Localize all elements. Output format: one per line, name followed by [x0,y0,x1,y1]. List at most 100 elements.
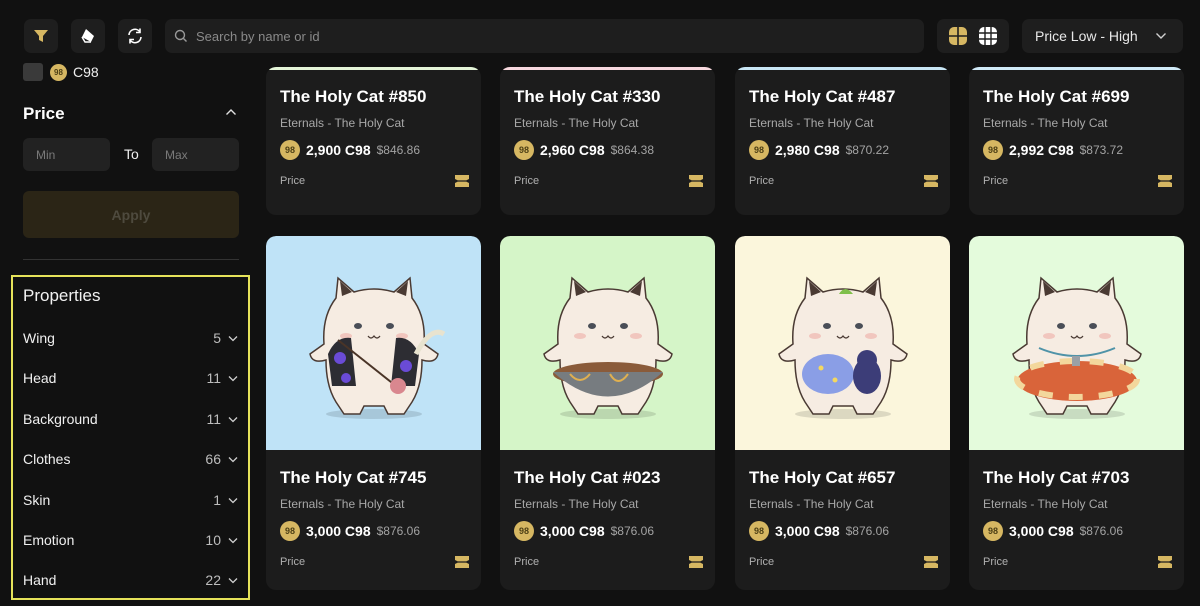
property-count: 10 [205,532,221,548]
card-footer: Price [514,555,704,569]
chevron-down-icon [228,375,238,381]
nft-card[interactable]: The Holy Cat #330 Eternals - The Holy Cat… [500,67,715,215]
nft-title[interactable]: The Holy Cat #850 [280,87,470,107]
card-image-edge [500,67,715,70]
nft-card[interactable]: The Holy Cat #699 Eternals - The Holy Cat… [969,67,1184,215]
price-row: 98 3,000 C98 $876.06 [983,521,1173,541]
nft-title[interactable]: The Holy Cat #699 [983,87,1173,107]
view-mode-toggle [937,19,1009,53]
price-label: Price [280,556,306,568]
price-label: Price [280,175,306,187]
marketplace-logo-icon [924,556,938,568]
property-count: 66 [205,451,221,467]
price-usd: $876.06 [1079,524,1123,538]
clear-filter-button[interactable] [71,19,105,53]
property-filter-head[interactable]: Head 11 [23,367,238,389]
card-info: The Holy Cat #487 Eternals - The Holy Cat… [749,87,939,188]
small-grid-icon[interactable] [978,26,998,46]
sort-label: Price Low - High [1035,28,1138,44]
property-count: 11 [206,370,221,386]
apply-price-button[interactable]: Apply [23,191,239,238]
card-footer: Price [514,174,704,188]
property-filter-wing[interactable]: Wing 5 [23,327,238,349]
collection-name: Eternals - The Holy Cat [983,497,1108,511]
search-input[interactable] [196,28,896,44]
property-count: 5 [213,330,221,346]
price-usd: $864.38 [610,143,654,157]
large-grid-icon[interactable] [948,26,968,46]
search-bar[interactable] [165,19,924,53]
price-row: 98 2,980 C98 $870.22 [749,140,939,160]
nft-title[interactable]: The Holy Cat #023 [514,468,704,488]
price-label: Price [514,556,540,568]
price-row: 98 2,900 C98 $846.86 [280,140,470,160]
sort-dropdown[interactable]: Price Low - High [1022,19,1183,53]
c98-coin-icon: 98 [514,521,534,541]
card-info: The Holy Cat #850 Eternals - The Holy Cat… [280,87,470,188]
price-row: 98 3,000 C98 $876.06 [514,521,704,541]
filter-sidebar: 98 C98 Price To Apply Properties Wing 5 He… [0,60,252,606]
nft-card[interactable]: The Holy Cat #703 Eternals - The Holy Cat… [969,236,1184,590]
nft-card[interactable]: The Holy Cat #023 Eternals - The Holy Cat… [500,236,715,590]
price-amount: 3,000 C98 [775,523,840,539]
nft-title[interactable]: The Holy Cat #703 [983,468,1173,488]
property-count: 11 [206,411,221,427]
property-count: 22 [205,572,221,588]
price-usd: $876.06 [610,524,654,538]
properties-panel: Properties Wing 5 Head 11 Background 11 Clothe… [11,275,250,600]
property-filter-background[interactable]: Background 11 [23,408,238,430]
nft-title[interactable]: The Holy Cat #487 [749,87,939,107]
nft-image[interactable] [969,236,1184,450]
price-label: Price [983,175,1009,187]
property-filter-emotion[interactable]: Emotion 10 [23,529,238,551]
price-amount: 3,000 C98 [306,523,371,539]
nft-title[interactable]: The Holy Cat #657 [749,468,939,488]
chevron-up-icon[interactable] [225,108,237,116]
filter-button[interactable] [24,19,58,53]
property-meta: 22 [205,572,238,588]
collection-name: Eternals - The Holy Cat [280,497,405,511]
c98-coin-icon: 98 [983,521,1003,541]
nft-image[interactable] [500,236,715,450]
property-meta: 11 [206,411,238,427]
top-toolbar: Price Low - High [0,0,1200,60]
nft-card[interactable]: The Holy Cat #657 Eternals - The Holy Cat… [735,236,950,590]
price-max-input[interactable] [152,138,239,171]
property-meta: 1 [213,492,238,508]
card-info: The Holy Cat #657 Eternals - The Holy Cat… [749,468,939,569]
marketplace-logo-icon [1158,175,1172,187]
currency-filter-c98[interactable]: 98 C98 [23,63,99,81]
price-min-input[interactable] [23,138,110,171]
price-usd: $873.72 [1079,143,1123,157]
price-label: Price [514,175,540,187]
marketplace-logo-icon [1158,556,1172,568]
nft-card[interactable]: The Holy Cat #850 Eternals - The Holy Cat… [266,67,481,215]
property-filter-skin[interactable]: Skin 1 [23,489,238,511]
search-icon [174,29,187,42]
price-amount: 2,992 C98 [1009,142,1074,158]
nft-image[interactable] [266,236,481,450]
nft-title[interactable]: The Holy Cat #330 [514,87,704,107]
card-info: The Holy Cat #330 Eternals - The Holy Cat… [514,87,704,188]
nft-image[interactable] [735,236,950,450]
nft-title[interactable]: The Holy Cat #745 [280,468,470,488]
nft-card[interactable]: The Holy Cat #745 Eternals - The Holy Cat… [266,236,481,590]
card-image-edge [266,67,481,70]
properties-title: Properties [23,286,101,305]
property-meta: 66 [205,451,238,467]
property-filter-clothes[interactable]: Clothes 66 [23,448,238,470]
price-row: 98 3,000 C98 $876.06 [280,521,470,541]
card-footer: Price [983,174,1173,188]
property-filter-hand[interactable]: Hand 22 [23,569,238,591]
c98-coin-icon: 98 [749,521,769,541]
collection-name: Eternals - The Holy Cat [514,497,639,511]
refresh-button[interactable] [118,19,152,53]
c98-coin-icon: 98 [514,140,534,160]
sidebar-divider [23,259,239,260]
collection-name: Eternals - The Holy Cat [749,116,874,130]
price-row: 98 2,992 C98 $873.72 [983,140,1173,160]
nft-card[interactable]: The Holy Cat #487 Eternals - The Holy Cat… [735,67,950,215]
card-info: The Holy Cat #745 Eternals - The Holy Cat… [280,468,470,569]
c98-coin-icon: 98 [50,63,67,81]
currency-checkbox[interactable] [23,63,43,81]
